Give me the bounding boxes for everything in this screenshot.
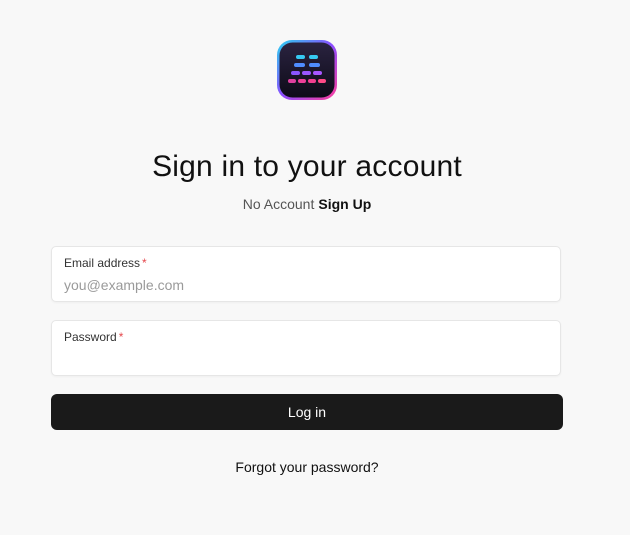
forgot-password-link[interactable]: Forgot your password?: [0, 458, 614, 476]
log-in-button[interactable]: Log in: [51, 394, 563, 430]
password-label-text: Password: [64, 330, 117, 344]
email-label: Email address *: [64, 256, 147, 270]
password-label: Password *: [64, 330, 123, 344]
email-field[interactable]: Email address *: [51, 246, 561, 302]
password-field[interactable]: Password *: [51, 320, 561, 376]
password-input[interactable]: [64, 349, 544, 369]
no-account-text: No Account: [242, 196, 315, 212]
email-input[interactable]: [64, 275, 544, 295]
email-required-marker: *: [142, 256, 147, 270]
password-required-marker: *: [118, 330, 124, 344]
sign-up-prompt: No Account Sign Up: [0, 195, 614, 213]
sign-in-page: Sign in to your account No Account Sign U…: [0, 0, 630, 535]
sign-up-link[interactable]: Sign Up: [318, 196, 371, 212]
email-label-text: Email address: [64, 256, 141, 270]
app-logo-icon: [276, 39, 338, 101]
page-title: Sign in to your account: [152, 150, 462, 183]
